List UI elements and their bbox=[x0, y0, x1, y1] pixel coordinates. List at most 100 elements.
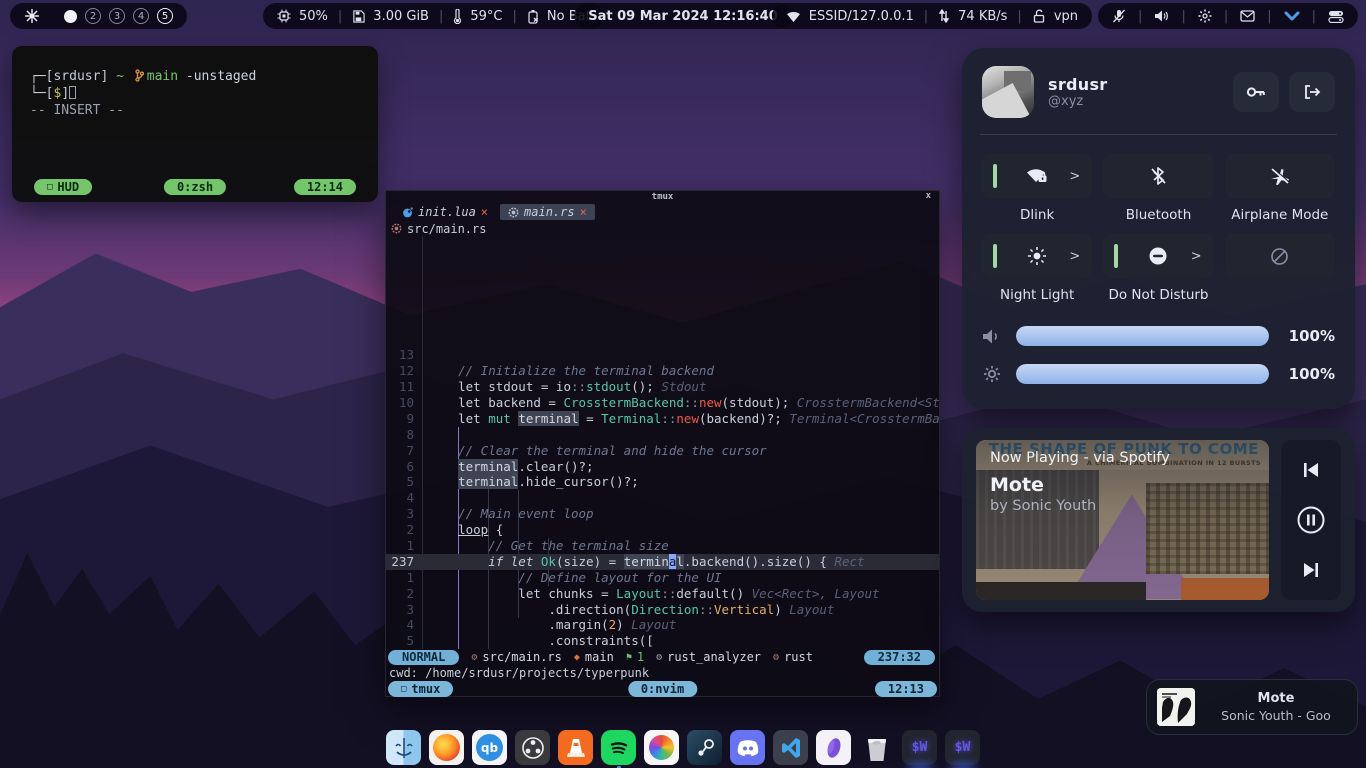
running-indicator bbox=[907, 764, 933, 768]
volume-value: 100% bbox=[1283, 327, 1335, 345]
dock-icon-typerpunk-w2[interactable]: $W bbox=[945, 730, 980, 765]
chevron-right-icon[interactable]: > bbox=[1069, 249, 1080, 264]
breadcrumb: src/main.rs bbox=[386, 221, 939, 236]
gear-icon[interactable] bbox=[1198, 9, 1212, 23]
dock-icon-discord[interactable] bbox=[730, 730, 765, 765]
volume-slider[interactable] bbox=[1016, 326, 1269, 346]
tab-close-icon[interactable]: × bbox=[580, 205, 587, 219]
toggle-night-light[interactable]: > bbox=[982, 233, 1092, 279]
shell-prompt-line2: └─[$] bbox=[30, 85, 360, 102]
code-line[interactable]: 11 let stdout = io::stdout(); Stdout bbox=[386, 379, 939, 395]
toggle-dlink[interactable]: > bbox=[982, 153, 1092, 199]
rust-icon bbox=[391, 223, 402, 234]
dock-icon-firefox[interactable] bbox=[429, 730, 464, 765]
code-line[interactable]: 9 let mut terminal = Terminal::new(backe… bbox=[386, 411, 939, 427]
essid: ESSID/127.0.0.1 bbox=[809, 9, 914, 24]
toggle-blocked[interactable] bbox=[1225, 233, 1335, 279]
workspace-2[interactable]: 2 bbox=[85, 8, 101, 24]
lua-icon bbox=[402, 207, 413, 218]
code-line[interactable]: 5 terminal.hide_cursor()?; bbox=[386, 474, 939, 490]
logout-button[interactable] bbox=[1289, 72, 1335, 112]
code-line[interactable]: 3 // Main event loop bbox=[386, 506, 939, 522]
tab-close-icon[interactable]: × bbox=[481, 205, 488, 219]
workspace-indicators[interactable]: 2345 bbox=[85, 8, 173, 24]
code-line[interactable]: 1 // Define layout for the UI bbox=[386, 570, 939, 586]
code-editor-area[interactable]: 1312 // Initialize the terminal backend1… bbox=[386, 236, 939, 649]
dock-icon-spotify[interactable] bbox=[601, 730, 636, 765]
code-line[interactable]: 2 loop { bbox=[386, 522, 939, 538]
code-line[interactable]: 10 let backend = CrosstermBackend::new(s… bbox=[386, 395, 939, 411]
next-button[interactable] bbox=[1301, 561, 1321, 579]
code-line[interactable]: 4 bbox=[386, 490, 939, 506]
dnd-icon bbox=[1148, 246, 1168, 266]
toggle-label-airplane: Airplane Mode bbox=[1225, 199, 1335, 233]
chevron-down-icon[interactable] bbox=[1284, 10, 1300, 22]
sun-icon bbox=[1027, 246, 1047, 266]
track-artist: by Sonic Youth bbox=[990, 498, 1170, 514]
window-close-button[interactable]: x bbox=[926, 191, 931, 201]
dock-icon-vscode[interactable] bbox=[773, 730, 808, 765]
dock-icon-steam[interactable] bbox=[687, 730, 722, 765]
code-line[interactable]: 1 // Get the terminal size bbox=[386, 538, 939, 554]
notification-toast[interactable]: Mote Sonic Youth - Goo bbox=[1146, 679, 1358, 735]
tab-init-lua[interactable]: init.lua × bbox=[394, 204, 496, 220]
dock-icon-trash[interactable] bbox=[859, 730, 894, 765]
code-line[interactable]: 4 .margin(2) Layout bbox=[386, 617, 939, 633]
code-line[interactable]: 8 bbox=[386, 427, 939, 443]
brightness-icon bbox=[982, 364, 1002, 384]
mail-icon[interactable] bbox=[1240, 10, 1255, 22]
workspace-3[interactable]: 3 bbox=[109, 8, 125, 24]
clock-pill: Sat 09 Mar 2024 12:16:40 bbox=[574, 3, 792, 29]
hud-tmux-bar: □HUD 0:zsh 12:14 bbox=[12, 179, 378, 195]
workspace-1-active-dot[interactable] bbox=[64, 10, 77, 23]
code-line[interactable]: 13 bbox=[386, 347, 939, 363]
previous-button[interactable] bbox=[1301, 461, 1321, 479]
dock-icon-photos[interactable] bbox=[644, 730, 679, 765]
tmux-session-pill[interactable]: □tmux bbox=[388, 681, 453, 697]
tmux-editor-window[interactable]: tmux x init.lua × main.rs × src/main.rs … bbox=[385, 190, 940, 697]
lock-keys-button[interactable] bbox=[1233, 72, 1279, 112]
datetime: Sat 09 Mar 2024 12:16:40 bbox=[588, 9, 778, 24]
hud-terminal-window[interactable]: ┌─[srdusr] ~ main -unstaged └─[$] -- INS… bbox=[12, 46, 378, 202]
dock-icon-files[interactable] bbox=[386, 730, 421, 765]
dock-icon-qbittorrent[interactable]: qb bbox=[472, 730, 507, 765]
user-handle: @xyz bbox=[1048, 94, 1107, 109]
speaker-icon[interactable] bbox=[1154, 9, 1169, 23]
code-line-current[interactable]: 237 if let Ok(size) = terminal.backend()… bbox=[386, 554, 939, 570]
code-line[interactable]: 7 // Clear the terminal and hide the cur… bbox=[386, 443, 939, 459]
toggle-airplane-mode[interactable] bbox=[1225, 153, 1335, 199]
tmux-window-pill[interactable]: 0:nvim bbox=[628, 681, 697, 697]
dock-icon-kate[interactable] bbox=[816, 730, 851, 765]
code-line[interactable]: 3 .direction(Direction::Vertical) Layout bbox=[386, 602, 939, 618]
code-line[interactable]: 5 .constraints([ bbox=[386, 633, 939, 649]
hud-session-pill[interactable]: □HUD bbox=[34, 179, 92, 195]
vpn-lock-icon bbox=[1032, 9, 1046, 23]
toggle-bluetooth[interactable] bbox=[1103, 153, 1213, 199]
code-line[interactable]: 6 terminal.clear()?; bbox=[386, 459, 939, 475]
chevron-right-icon[interactable]: > bbox=[1069, 169, 1080, 184]
memory-usage: 3.00 GiB bbox=[373, 9, 429, 24]
battery-missing-icon bbox=[527, 9, 539, 24]
dock-icon-obs[interactable] bbox=[515, 730, 550, 765]
code-line[interactable]: 2 let chunks = Layout::default() Vec<Rec… bbox=[386, 586, 939, 602]
chevron-right-icon[interactable]: > bbox=[1191, 249, 1202, 264]
toggle-do-not-disturb[interactable]: > bbox=[1103, 233, 1213, 279]
statusline-diagnostics: ⚑1 bbox=[626, 650, 644, 664]
toggle-label-bluetooth: Bluetooth bbox=[1103, 199, 1213, 233]
system-stats-pill: 50% | 3.00 GiB | 59°C | No Bat bbox=[263, 3, 605, 29]
systray-icon[interactable] bbox=[1328, 10, 1344, 23]
code-line[interactable]: 12 // Initialize the terminal backend bbox=[386, 363, 939, 379]
tmux-status-bar: □tmux 0:nvim 12:13 bbox=[386, 680, 939, 698]
hud-window-pill[interactable]: 0:zsh bbox=[164, 179, 226, 195]
mic-muted-icon[interactable] bbox=[1112, 9, 1126, 23]
tab-main-rs[interactable]: main.rs × bbox=[500, 204, 595, 220]
hud-clock-pill: 12:14 bbox=[294, 179, 356, 195]
pause-button[interactable] bbox=[1296, 505, 1326, 535]
statusline-lsp: ⚙rust_analyzer bbox=[656, 650, 761, 664]
dock-icon-vlc[interactable] bbox=[558, 730, 593, 765]
statusline-filetype: ⚙rust bbox=[773, 650, 813, 664]
workspace-4[interactable]: 4 bbox=[133, 8, 149, 24]
brightness-slider[interactable] bbox=[1016, 364, 1269, 384]
workspace-5[interactable]: 5 bbox=[157, 8, 173, 24]
dock-icon-typerpunk-w1[interactable]: $W bbox=[902, 730, 937, 765]
